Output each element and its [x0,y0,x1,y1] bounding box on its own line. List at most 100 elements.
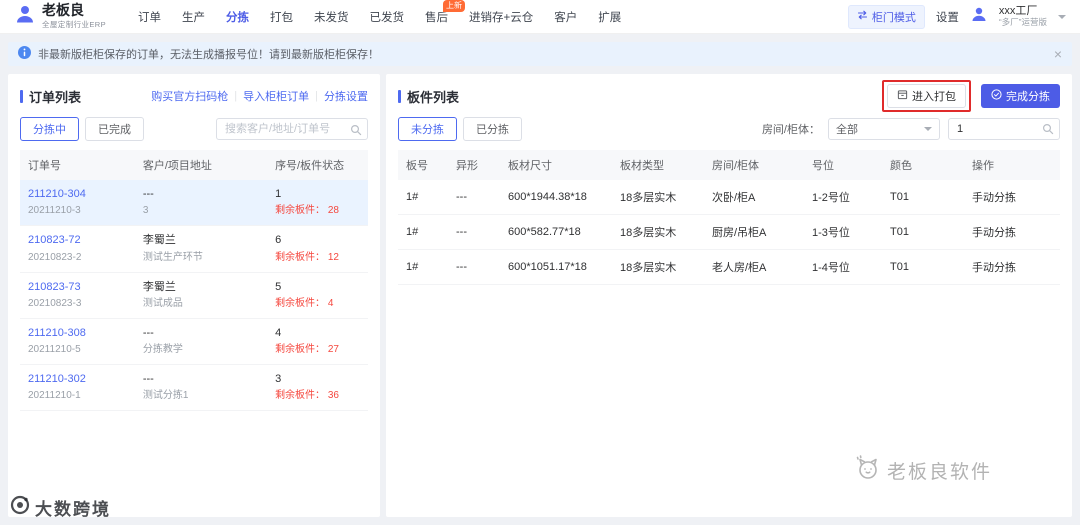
order-no[interactable]: 210823-73 [28,280,127,294]
col-color: 颜色 [882,150,964,180]
board-no[interactable]: 1# [398,249,448,285]
close-icon[interactable]: × [1054,47,1062,61]
chevron-down-icon[interactable] [1058,14,1066,23]
search-icon [1042,123,1054,138]
nav-item-inventory-cloud[interactable]: 进销存+云仓 [469,9,533,25]
nav-item-production[interactable]: 生产 [182,9,205,25]
nav-item-not-shipped[interactable]: 未发货 [314,9,349,25]
settings-button[interactable]: 设置 [936,9,959,25]
title-bar-accent [20,89,23,103]
board-row: 1# --- 600*1051.17*18 18多层实木 老人房/柜A 1-4号… [398,249,1060,285]
order-no[interactable]: 211210-308 [28,326,127,340]
orders-table-body: 211210-304 20211210-3 --- 3 1 剩余板件： 28 2108… [20,180,368,412]
board-search [948,118,1060,140]
order-search-input[interactable] [216,118,368,140]
board-irregular: --- [448,249,500,285]
nav-item-packing[interactable]: 打包 [270,9,293,25]
app-logo[interactable]: 老板良 全屋定制行业ERP [14,3,106,30]
col-position: 号位 [804,150,882,180]
board-room: 厨房/吊柜A [704,214,804,250]
manual-sort-link[interactable]: 手动分拣 [964,249,1060,285]
order-sub-no: 20211210-1 [28,390,81,402]
orders-panel-title: 订单列表 [20,87,81,106]
orders-panel-links: 购买官方扫码枪 | 导入柜柜订单 | 分拣设置 [151,88,368,104]
order-customer: 李蜀兰 [142,280,176,293]
user-avatar[interactable] [970,5,988,28]
red-annotation-box: 进入打包 [882,80,971,112]
col-order-no: 订单号 [20,150,135,180]
tab-unsorted[interactable]: 未分拣 [398,117,457,141]
order-sub-no: 20210823-2 [28,251,82,263]
nav-item-orders[interactable]: 订单 [138,9,161,25]
order-seq: 4 [275,326,282,339]
room-cabinet-select[interactable]: 全部 [828,118,940,140]
board-material: 18多层实木 [612,214,704,250]
order-address: 测试成品 [142,297,183,309]
order-customer: --- [142,188,154,200]
check-circle-icon [991,89,1002,103]
order-no[interactable]: 211210-304 [28,187,127,201]
col-room-cabinet: 房间/柜体 [704,150,804,180]
col-size: 板材尺寸 [500,150,612,180]
buy-scanner-link[interactable]: 购买官方扫码枪 [151,88,228,104]
order-remaining: 剩余板件： 36 [275,390,339,402]
order-no[interactable]: 211210-302 [28,372,127,386]
board-table: 板号 异形 板材尺寸 板材类型 房间/柜体 号位 颜色 操作 1# --- 60… [398,150,1060,285]
board-row: 1# --- 600*1944.38*18 18多层实木 次卧/柜A 1-2号位… [398,180,1060,215]
order-row[interactable]: 210823-72 20210823-2 李蜀兰 测试生产环节 6 剩余板件： 12 [20,225,368,273]
tab-completed[interactable]: 已完成 [85,117,144,141]
order-address: 测试生产环节 [142,251,203,263]
room-cabinet-filter-label: 房间/柜体： [761,124,820,136]
tab-sorting-in-progress[interactable]: 分拣中 [20,117,79,141]
order-sub-no: 20211210-5 [28,344,81,356]
manual-sort-link[interactable]: 手动分拣 [964,214,1060,250]
col-customer-address: 客户/项目地址 [134,150,268,180]
main-nav: 订单 生产 分拣 打包 未发货 已发货 售后 上新 进销存+云仓 客户 扩展 [138,0,621,25]
sorting-settings-link[interactable]: 分拣设置 [324,88,368,104]
board-panel: 板件列表 进入打包 完成分拣 未分拣 已分拣 房间/柜体： 全部 1 板号 异形… [386,74,1072,517]
cabinet-mode-button[interactable]: 柜门模式 [847,4,925,29]
enter-packing-label: 进入打包 [912,91,956,103]
board-no[interactable]: 1# [398,214,448,250]
orders-table: 订单号 客户/项目地址 序号/板件状态 211210-304 20211210-3… [20,150,368,412]
order-address: 测试分拣1 [142,390,189,402]
board-color: T01 [882,249,964,285]
order-remaining: 剩余板件： 27 [275,344,339,356]
navbar-right: 柜门模式 设置 xxx工厂 “多厂”运营版 [847,4,1066,29]
nav-item-sorting[interactable]: 分拣 [226,9,249,25]
factory-info[interactable]: xxx工厂 “多厂”运营版 [999,5,1047,27]
order-no[interactable]: 210823-72 [28,233,127,247]
board-color: T01 [882,214,964,250]
finish-sorting-label: 完成分拣 [1006,91,1050,103]
manual-sort-link[interactable]: 手动分拣 [964,180,1060,215]
board-size: 600*1051.17*18 [500,249,612,285]
chevron-down-icon [924,127,932,135]
info-icon [18,46,31,62]
tab-sorted[interactable]: 已分拣 [463,117,522,141]
order-remaining: 剩余板件： 28 [275,205,339,217]
order-customer: --- [142,373,154,386]
nav-item-aftersales[interactable]: 售后 上新 [425,0,466,25]
nav-item-customers[interactable]: 客户 [554,9,577,25]
logo-icon [14,3,36,30]
order-address: 3 [142,205,149,217]
finish-sorting-button[interactable]: 完成分拣 [981,84,1060,108]
order-row[interactable]: 210823-73 20210823-3 李蜀兰 测试成品 5 剩余板件： 4 [20,272,368,319]
nav-item-aftersales-label: 售后 [425,11,449,24]
orders-panel: 订单列表 购买官方扫码枪 | 导入柜柜订单 | 分拣设置 分拣中 已完成 搜索客… [8,74,380,517]
nav-item-extensions[interactable]: 扩展 [598,9,621,25]
order-customer: --- [142,326,154,339]
board-position: 1-2号位 [804,180,882,215]
order-status-tabs: 分拣中 已完成 [20,117,144,141]
order-row[interactable]: 211210-308 20211210-5 --- 分拣教学 4 剩余板件： 27 [20,318,368,366]
board-no[interactable]: 1# [398,180,448,215]
nav-item-shipped[interactable]: 已发货 [370,9,405,25]
enter-packing-button[interactable]: 进入打包 [887,84,966,108]
order-row[interactable]: 211210-304 20211210-3 --- 3 1 剩余板件： 28 [20,180,368,227]
order-seq: 1 [275,188,282,200]
board-room: 老人房/柜A [704,249,804,285]
import-cabinet-orders-link[interactable]: 导入柜柜订单 [243,88,309,104]
order-search [216,118,368,140]
order-row[interactable]: 211210-302 20211210-1 --- 测试分拣1 3 剩余板件： 36 [20,364,368,412]
order-seq: 6 [275,234,282,247]
